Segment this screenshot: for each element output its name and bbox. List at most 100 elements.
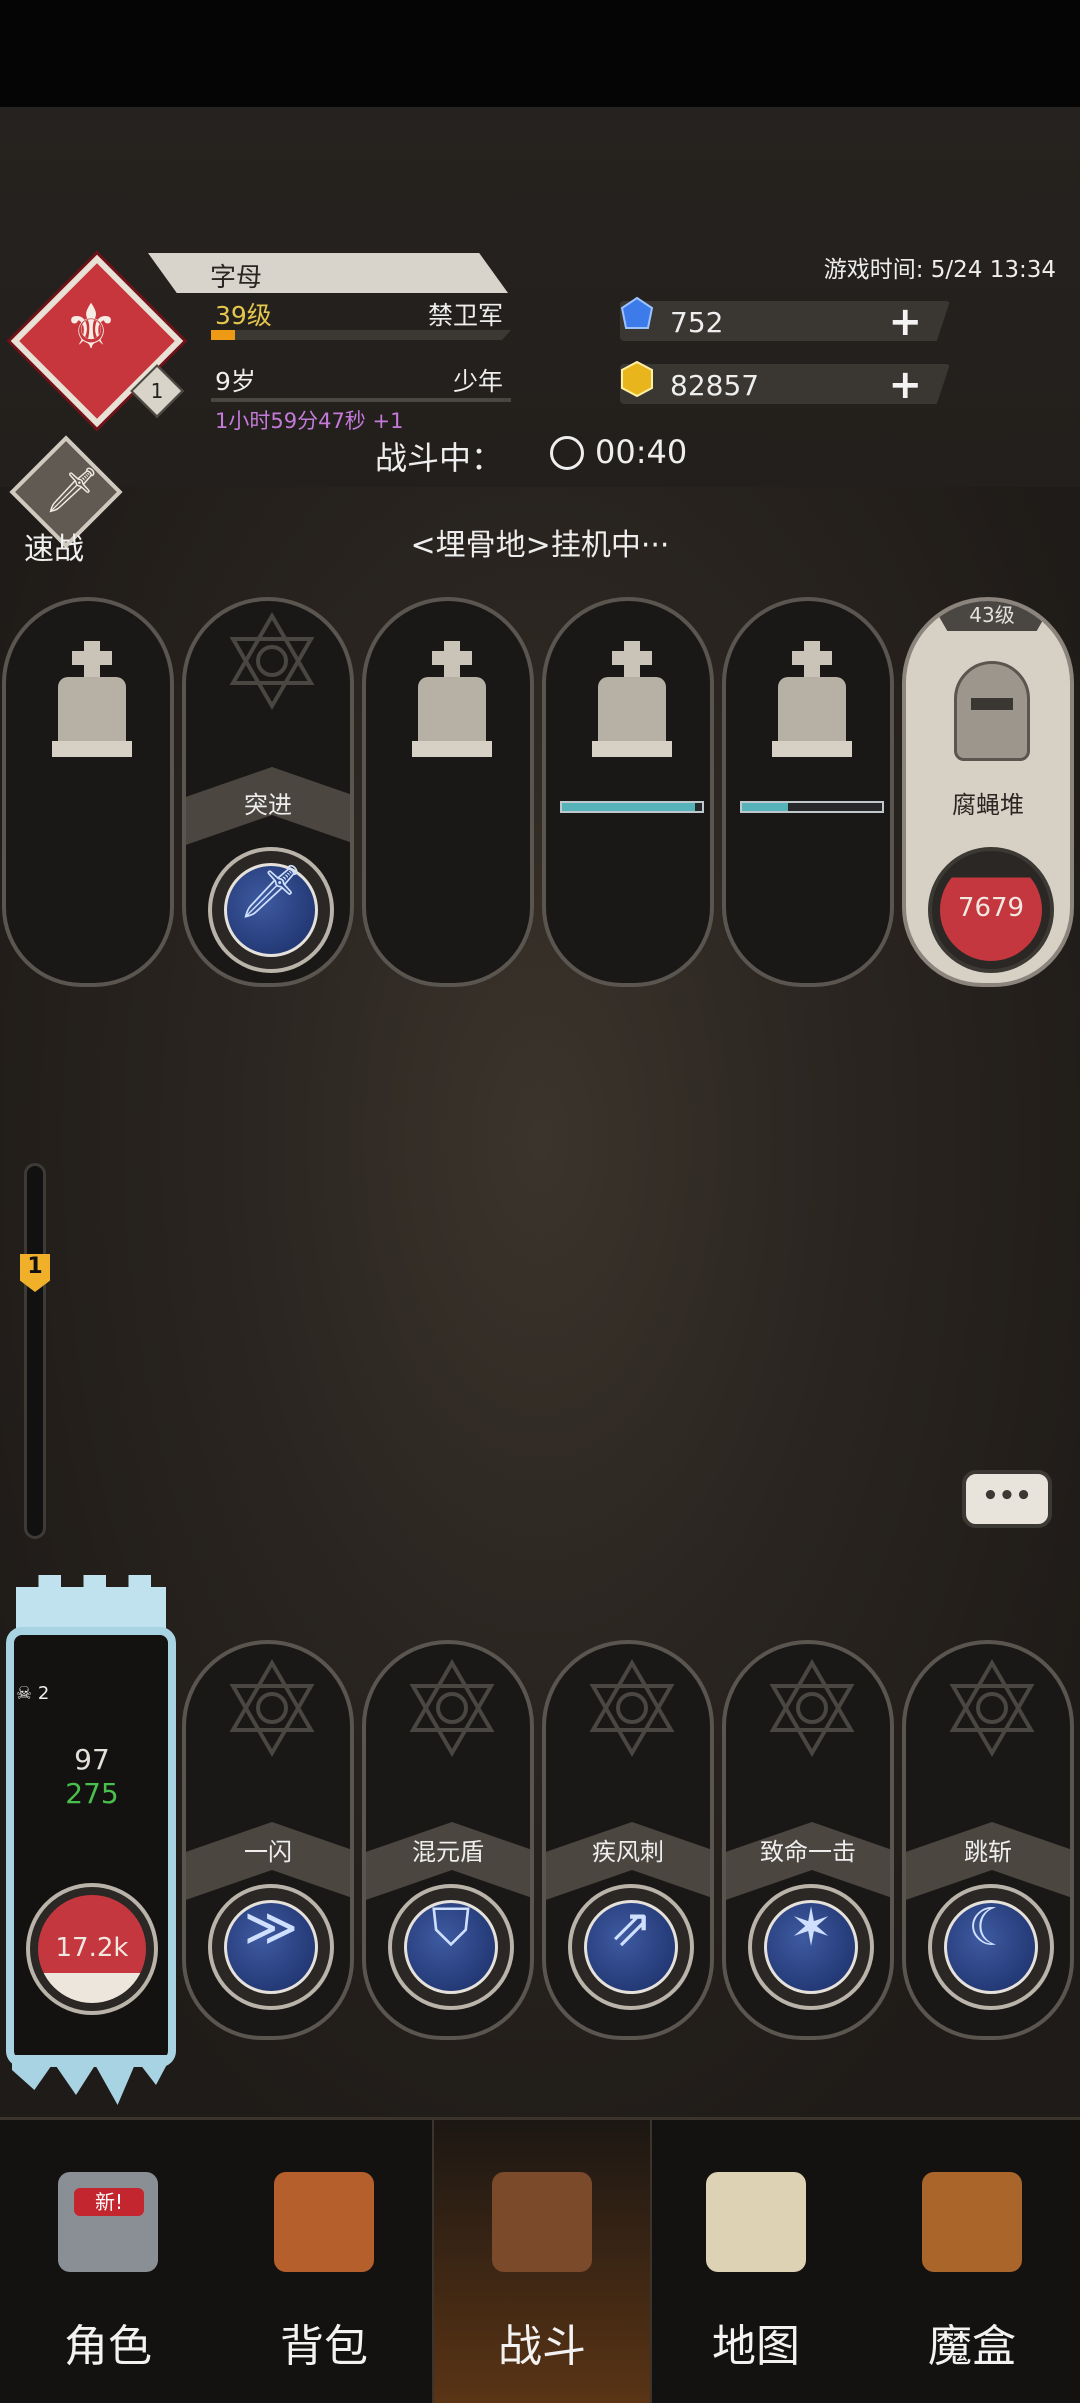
skill-slot-3[interactable]: 疾风刺 ⇗: [542, 1640, 714, 2040]
nav-label: 地图: [712, 2321, 800, 2372]
nav-map[interactable]: 地图: [648, 2120, 864, 2403]
sword-icon: 🗡: [44, 465, 100, 516]
helmet-icon: [954, 661, 1030, 761]
enemy-hp-fill: [742, 803, 789, 811]
nav-battle[interactable]: 战斗: [432, 2120, 652, 2403]
nav-label: 角色: [64, 2321, 152, 2372]
skill-label: 混元盾: [412, 1838, 484, 1866]
flash-icon: ≫: [243, 1898, 299, 1958]
game-time: 游戏时间: 5/24 13:34: [823, 257, 1056, 283]
bottom-nav: 新! 角色 背包 战斗 地图 魔盒: [0, 2117, 1080, 2403]
status-bar: [0, 0, 1080, 107]
shield-icon: ⛉: [431, 1898, 471, 1958]
boss-hp-orb: 7679: [928, 847, 1054, 973]
hexagram-icon: [409, 1659, 495, 1757]
enemy-skill-orb: 🗡: [208, 847, 334, 973]
player-age: 9岁: [215, 367, 256, 396]
age-row: 9岁 少年: [215, 362, 511, 398]
player-name: 字母: [210, 263, 263, 293]
player-card[interactable]: ☠ 2 97 275 17.2k: [2, 1575, 182, 2115]
tombstone-icon: [412, 641, 492, 761]
leap-slash-icon: ☾: [967, 1898, 1015, 1958]
critical-strike-icon: ✶: [789, 1898, 833, 1958]
age-timer: 1小时59分47秒 +1: [215, 409, 404, 433]
enemy-slot-4[interactable]: [542, 597, 714, 987]
enemy-hp-bar: [740, 801, 884, 813]
hexagram-icon: [769, 1659, 855, 1757]
nav-backpack[interactable]: 背包: [216, 2120, 432, 2403]
enemy-hp-bar: [560, 801, 704, 813]
nav-label: 魔盒: [928, 2321, 1016, 2372]
level-row: 39级 禁卫军: [215, 296, 511, 332]
player-title: 禁卫军: [427, 301, 503, 330]
player-health-orb: 17.2k: [26, 1883, 158, 2015]
enemy-slot-5[interactable]: [722, 597, 894, 987]
skill-orb: ☾: [928, 1884, 1054, 2010]
sword-icon: 🗡: [237, 862, 304, 922]
chat-button[interactable]: •••: [962, 1470, 1052, 1528]
player-emblem[interactable]: ⚜ 1: [10, 254, 184, 428]
skill-slot-1[interactable]: 一闪 ≫: [182, 1640, 354, 2040]
gold-value: 82857: [670, 369, 760, 402]
player-name-bar: 字母: [148, 253, 508, 293]
diamond-counter: 752 +: [620, 301, 950, 341]
magic-box-icon: [922, 2172, 1022, 2272]
trident-icon: ⚜: [63, 290, 119, 363]
boss-hp-value: 7679: [957, 893, 1025, 923]
hexagram-icon: [229, 612, 315, 710]
stage-progress-rail: [24, 1163, 46, 1539]
skill-orb: ⇗: [568, 1884, 694, 2010]
boss-name: 腐蝇堆: [952, 791, 1024, 819]
nav-magic-box[interactable]: 魔盒: [864, 2120, 1080, 2403]
add-diamond-button[interactable]: +: [888, 301, 922, 341]
xp-bar: [211, 330, 511, 340]
combat-time: 00:40: [595, 433, 688, 471]
zone-status: <埋骨地>挂机中···: [410, 528, 670, 563]
player-level: 39级: [215, 301, 272, 330]
combat-status: 战斗中： 00:40: [375, 433, 705, 477]
nav-label: 战斗: [498, 2321, 586, 2372]
enemy-slot-1[interactable]: [2, 597, 174, 987]
tombstone-icon: [772, 641, 852, 761]
add-gold-button[interactable]: +: [888, 364, 922, 404]
boss-level-cap: 43级: [930, 601, 1054, 631]
hexagram-icon: [229, 1659, 315, 1757]
backpack-icon: [274, 2172, 374, 2272]
enemy-skill-label: 突进: [244, 791, 292, 819]
helmet-icon: [58, 2172, 158, 2272]
skill-orb: ✶: [748, 1884, 874, 2010]
combat-label: 战斗中：: [375, 439, 504, 477]
nav-label: 背包: [280, 2321, 368, 2372]
gold-counter: 82857 +: [620, 364, 950, 404]
tombstone-icon: [592, 641, 672, 761]
enemy-slot-2[interactable]: 突进 🗡: [182, 597, 354, 987]
kill-count: ☠ 2: [16, 1683, 50, 1704]
tombstone-icon: [52, 641, 132, 761]
skill-label: 疾风刺: [592, 1838, 664, 1866]
player-hp: 97: [74, 1743, 110, 1776]
age-divider: [211, 398, 511, 402]
icicles: [12, 2055, 172, 2105]
skill-slot-4[interactable]: 致命一击 ✶: [722, 1640, 894, 2040]
ice-crown: [16, 1575, 166, 1635]
skill-slot-2[interactable]: 混元盾 ⛉: [362, 1640, 534, 2040]
player-mp: 275: [65, 1777, 119, 1810]
enemy-slot-3[interactable]: [362, 597, 534, 987]
gold-icon: [621, 360, 653, 398]
hexagram-icon: [589, 1659, 675, 1757]
boss-card[interactable]: 43级 腐蝇堆 7679: [902, 597, 1074, 987]
hexagram-icon: [949, 1659, 1035, 1757]
boss-level: 43级: [969, 603, 1015, 627]
diamond-icon: [620, 296, 654, 329]
skill-label: 跳斩: [964, 1838, 1012, 1866]
skill-slot-5[interactable]: 跳斩 ☾: [902, 1640, 1074, 2040]
skill-label: 致命一击: [760, 1838, 856, 1866]
xp-bar-fill: [211, 330, 235, 340]
skill-orb: ≫: [208, 1884, 334, 2010]
player-health-value: 17.2k: [55, 1933, 129, 1963]
nav-character[interactable]: 新! 角色: [0, 2120, 216, 2403]
wind-stab-icon: ⇗: [609, 1898, 653, 1958]
diamond-value: 752: [670, 306, 724, 339]
enemy-hp-fill: [562, 803, 695, 811]
scroll-icon: [706, 2172, 806, 2272]
